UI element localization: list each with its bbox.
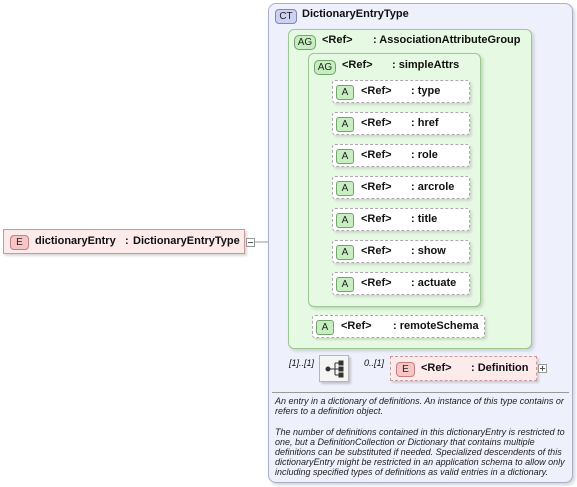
attribute-title[interactable]: A <Ref> : title <box>332 208 470 231</box>
complex-type-badge: CT <box>275 9 297 24</box>
attribute-name: : actuate <box>411 277 457 289</box>
attribute-ref: <Ref> <box>361 213 392 225</box>
attribute-name: : href <box>411 117 439 129</box>
attribute-show[interactable]: A <Ref> : show <box>332 240 470 263</box>
attribute-group-badge: AG <box>294 35 316 50</box>
inner-attribute-group-ref: <Ref> <box>342 59 373 71</box>
sequence-icon <box>325 360 344 378</box>
sequence-compositor[interactable] <box>319 355 349 382</box>
attribute-ref: <Ref> <box>361 277 392 289</box>
attribute-ref: <Ref> <box>361 117 392 129</box>
inner-attribute-group-badge: AG <box>314 60 336 75</box>
collapse-toggle-icon[interactable] <box>246 238 255 247</box>
attribute-ref: <Ref> <box>361 149 392 161</box>
inner-attribute-group-name: : simpleAttrs <box>392 59 460 71</box>
attribute-badge: A <box>336 85 354 100</box>
definition-name: : Definition <box>471 362 529 374</box>
definition-cardinality: 0..[1] <box>364 358 385 368</box>
attribute-badge: A <box>336 277 354 292</box>
attribute-href[interactable]: A <Ref> : href <box>332 112 470 135</box>
definition-element[interactable]: E <Ref> : Definition <box>390 356 537 381</box>
sequence-cardinality: [1]..[1] <box>289 358 315 368</box>
attribute-ref: <Ref> <box>361 85 392 97</box>
attribute-ref: <Ref> <box>341 320 372 332</box>
attribute-name: : arcrole <box>411 181 455 193</box>
attribute-type[interactable]: A <Ref> : type <box>332 80 470 103</box>
attribute-group-ref: <Ref> <box>322 34 353 46</box>
attribute-name: : show <box>411 245 446 257</box>
attribute-name: : title <box>411 213 438 225</box>
attribute-actuate[interactable]: A <Ref> : actuate <box>332 272 470 295</box>
attribute-name: : remoteSchema <box>393 320 479 332</box>
complex-type-name: DictionaryEntryType <box>302 8 409 20</box>
description-paragraph-1: An entry in a dictionary of definitions.… <box>275 396 564 416</box>
description-paragraph-2: The number of definitions contained in t… <box>275 427 565 477</box>
attribute-badge: A <box>336 117 354 132</box>
element-badge: E <box>396 362 415 377</box>
description-divider <box>272 392 569 393</box>
root-element-type: DictionaryEntryType <box>133 235 240 247</box>
attribute-ref: <Ref> <box>361 181 392 193</box>
element-badge: E <box>10 235 29 250</box>
expand-toggle-icon[interactable] <box>538 364 547 373</box>
attribute-name: : type <box>411 85 441 97</box>
attribute-group-name: : AssociationAttributeGroup <box>373 34 521 46</box>
attribute-arcrole[interactable]: A <Ref> : arcrole <box>332 176 470 199</box>
attribute-badge: A <box>336 213 354 228</box>
attribute-ref: <Ref> <box>361 245 392 257</box>
attribute-badge: A <box>336 149 354 164</box>
root-element-name: dictionaryEntry <box>35 235 116 247</box>
attribute-badge: A <box>316 320 334 335</box>
attribute-remote-schema[interactable]: A <Ref> : remoteSchema <box>312 315 485 338</box>
attribute-badge: A <box>336 181 354 196</box>
attribute-name: : role <box>411 149 438 161</box>
attribute-role[interactable]: A <Ref> : role <box>332 144 470 167</box>
attribute-badge: A <box>336 245 354 260</box>
root-element[interactable]: E dictionaryEntry : DictionaryEntryType <box>3 229 245 254</box>
root-element-type-sep: : <box>125 235 129 247</box>
definition-ref: <Ref> <box>421 362 452 374</box>
